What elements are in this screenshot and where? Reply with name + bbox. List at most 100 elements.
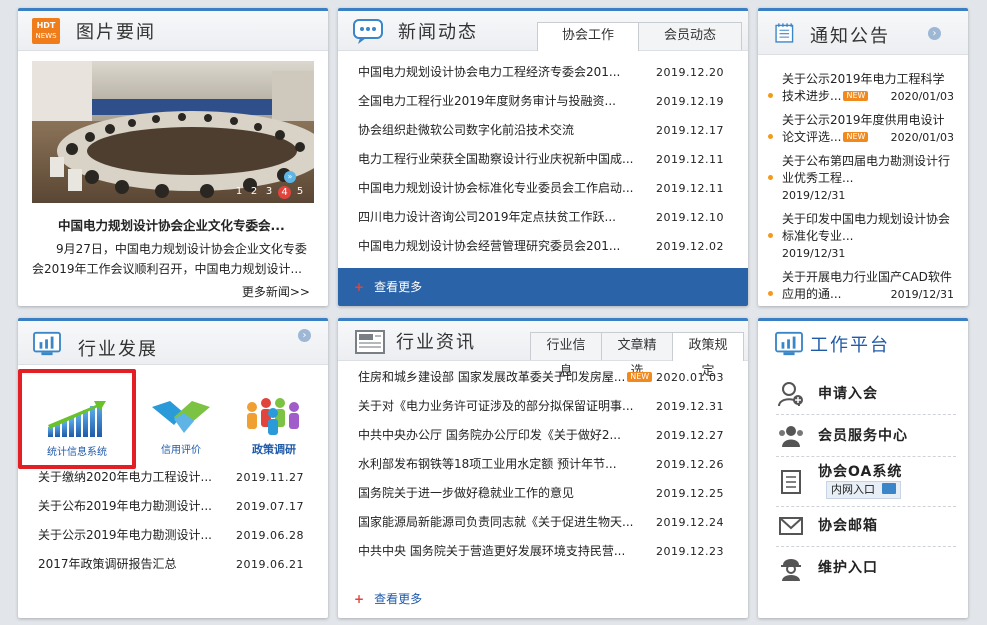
member-service-button[interactable]: 会员服务中心	[776, 417, 956, 457]
info-title: 行业资讯	[396, 332, 476, 353]
list-item[interactable]: 关于对《电力业务许可证涉及的部分拟保留证明事... 2019.12.31	[338, 392, 748, 421]
work-item-label: 会员服务中心	[818, 428, 908, 444]
list-item[interactable]: 关于公布2019年电力勘测设计... 2019.07.17	[18, 492, 328, 521]
intranet-entry-label: 内网入口	[831, 483, 875, 496]
notice-item-date: 2020/01/03	[890, 131, 954, 144]
info-more-link[interactable]: 查看更多	[374, 592, 422, 606]
tab-selected-articles[interactable]: 文章精选	[601, 332, 673, 379]
photo-news-header: HDT NEWS 图片要闻	[18, 11, 328, 51]
news-item-title[interactable]: 全国电力工程行业2019年度财务审计与投融资...	[358, 87, 616, 116]
news-item-title[interactable]: 中国电力规划设计协会电力工程经济专委会201...	[358, 58, 620, 87]
pager-dot[interactable]: 1	[233, 186, 245, 199]
info-item-title[interactable]: 住房和城乡建设部 国家发展改革委关于印发房屋... NEW	[358, 363, 653, 392]
industry-item-title[interactable]: 关于缴纳2020年电力工程设计...	[38, 463, 212, 492]
info-item-title[interactable]: 国家能源局新能源司负责同志就《关于促进生物天...	[358, 508, 633, 537]
notice-item-date: 2019/12/31	[890, 288, 954, 301]
new-badge: NEW	[843, 132, 869, 142]
list-item[interactable]: 关于公布第四届电力勘测设计行业优秀工程... 2019/12/31	[758, 153, 968, 204]
list-item[interactable]: 中共中央 国务院关于营造更好发展环境支持民营... 2019.12.23	[338, 537, 748, 566]
info-item-date: 2019.12.23	[656, 545, 724, 558]
list-item[interactable]: 关于印发中国电力规划设计协会标准化专业... 2019/12/31	[758, 211, 968, 262]
news-item-title[interactable]: 中国电力规划设计协会经营管理研究委员会201...	[358, 232, 620, 261]
app-credit-evaluation[interactable]: 信用评价	[136, 373, 226, 463]
newspaper-icon	[355, 330, 385, 354]
info-item-title[interactable]: 中共中央办公厅 国务院办公厅印发《关于做好2...	[358, 421, 621, 450]
list-item[interactable]: 关于缴纳2020年电力工程设计... 2019.11.27	[18, 463, 328, 492]
industry-item-title[interactable]: 关于公示2019年电力勘测设计...	[38, 521, 212, 550]
industry-item-title[interactable]: 2017年政策调研报告汇总	[38, 550, 177, 579]
info-item-title[interactable]: 水利部发布钢铁等18项工业用水定额 预计年节...	[358, 450, 617, 479]
list-item[interactable]: 中国电力规划设计协会电力工程经济专委会201... 2019.12.20	[338, 58, 748, 87]
list-item[interactable]: 关于公示2019年电力勘测设计... 2019.06.28	[18, 521, 328, 550]
info-panel: 行业资讯 行业信息 文章精选 政策规定 住房和城乡建设部 国家发展改革委关于印发…	[338, 318, 748, 618]
list-item[interactable]: 国家能源局新能源司负责同志就《关于促进生物天... 2019.12.24	[338, 508, 748, 537]
list-item[interactable]: 电力工程行业荣获全国勘察设计行业庆祝新中国成... 2019.12.11	[338, 145, 748, 174]
notice-header: 通知公告 ›	[758, 11, 968, 55]
industry-item-title[interactable]: 关于公布2019年电力勘测设计...	[38, 492, 212, 521]
list-item[interactable]: 中共中央办公厅 国务院办公厅印发《关于做好2... 2019.12.27	[338, 421, 748, 450]
worker-helmet-icon	[781, 559, 801, 581]
pager-dot[interactable]: 3	[263, 186, 275, 199]
association-mail-button[interactable]: 协会邮箱	[776, 507, 956, 547]
industry-more-icon[interactable]: ›	[298, 329, 311, 342]
pager-dot[interactable]: 5	[294, 186, 306, 199]
news-item-title[interactable]: 四川电力设计咨询公司2019年定点扶贫工作跃...	[358, 203, 616, 232]
app-label: 政策调研	[252, 443, 296, 456]
list-item[interactable]: 中国电力规划设计协会经营管理研究委员会201... 2019.12.02	[338, 232, 748, 261]
list-item[interactable]: 中国电力规划设计协会标准化专业委员会工作启动... 2019.12.11	[338, 174, 748, 203]
intranet-entry-link[interactable]: 内网入口	[826, 481, 901, 499]
info-item-text[interactable]: 住房和城乡建设部 国家发展改革委关于印发房屋...	[358, 370, 625, 384]
people-icon	[247, 398, 299, 435]
list-item[interactable]: 全国电力工程行业2019年度财务审计与投融资... 2019.12.19	[338, 87, 748, 116]
tab-policy-rules[interactable]: 政策规定	[672, 332, 744, 379]
info-item-title[interactable]: 中共中央 国务院关于营造更好发展环境支持民营...	[358, 537, 625, 566]
news-item-date: 2019.12.10	[656, 211, 724, 224]
tab-member-news[interactable]: 会员动态	[638, 22, 742, 50]
info-item-title[interactable]: 国务院关于进一步做好稳就业工作的意见	[358, 479, 574, 508]
tab-industry-info[interactable]: 行业信息	[530, 332, 602, 379]
app-stats-system[interactable]: 统计信息系统	[18, 369, 136, 469]
next-arrow-icon[interactable]: »	[284, 171, 296, 183]
list-item[interactable]: 2017年政策调研报告汇总 2019.06.21	[18, 550, 328, 579]
app-label: 信用评价	[161, 445, 201, 456]
info-item-title[interactable]: 关于对《电力业务许可证涉及的部分拟保留证明事...	[358, 392, 633, 421]
notice-item-title[interactable]: 关于印发中国电力规划设计协会标准化专业...	[782, 212, 950, 243]
apply-membership-button[interactable]: 申请入会	[776, 375, 956, 415]
news-more-link[interactable]: 查看更多	[374, 280, 422, 294]
info-item-date: 2020.01.03	[656, 371, 724, 384]
pager-dot[interactable]: 2	[248, 186, 260, 199]
oa-system-button[interactable]: 协会OA系统 内网入口	[776, 459, 956, 507]
notice-more-icon[interactable]: ›	[928, 27, 941, 40]
news-tabs: 协会工作 会员动态	[537, 22, 742, 51]
news-item-title[interactable]: 电力工程行业荣获全国勘察设计行业庆祝新中国成...	[358, 145, 633, 174]
list-item[interactable]: 关于开展电力行业国产CAD软件应用的通... 2019/12/31	[758, 269, 968, 303]
tab-association-work[interactable]: 协会工作	[537, 22, 639, 51]
info-tabs: 行业信息 文章精选 政策规定	[530, 332, 744, 379]
news-item-title[interactable]: 中国电力规划设计协会标准化专业委员会工作启动...	[358, 174, 633, 203]
list-item[interactable]: 四川电力设计咨询公司2019年定点扶贫工作跃... 2019.12.10	[338, 203, 748, 232]
list-item[interactable]: 水利部发布钢铁等18项工业用水定额 预计年节... 2019.12.26	[338, 450, 748, 479]
photo-caption[interactable]: 中国电力规划设计协会企业文化专委会...	[58, 215, 285, 234]
list-item[interactable]: 关于公示2019年电力工程科学技术进步... NEW 2020/01/03	[758, 71, 968, 105]
notice-item-title[interactable]: 关于公布第四届电力勘测设计行业优秀工程...	[782, 154, 950, 185]
notice-item-date: 2019/12/31	[782, 189, 846, 202]
news-item-date: 2019.12.11	[656, 182, 724, 195]
maintenance-entry-button[interactable]: 维护入口	[776, 549, 956, 589]
list-item[interactable]: 关于公示2019年度供用电设计论文评选... NEW 2020/01/03	[758, 112, 968, 146]
list-item[interactable]: 国务院关于进一步做好稳就业工作的意见 2019.12.25	[338, 479, 748, 508]
info-more-bar[interactable]: + 查看更多	[338, 580, 748, 618]
app-policy-research[interactable]: 政策调研	[226, 373, 322, 463]
news-more-bar[interactable]: + 查看更多	[338, 268, 748, 306]
list-item[interactable]: 住房和城乡建设部 国家发展改革委关于印发房屋... NEW 2020.01.03	[338, 363, 748, 392]
pager-dot-active[interactable]: 4	[278, 186, 291, 199]
industry-list: 关于缴纳2020年电力工程设计... 2019.11.27 关于公布2019年电力…	[18, 463, 328, 579]
info-item-date: 2019.12.27	[656, 429, 724, 442]
news-title: 新闻动态	[398, 22, 478, 43]
news-photo[interactable]: 1 2 3 4 5 »	[32, 61, 314, 203]
list-item[interactable]: 协会组织赴微软公司数字化前沿技术交流 2019.12.17	[338, 116, 748, 145]
info-item-date: 2019.12.26	[656, 458, 724, 471]
platform-header: 工作平台	[758, 321, 968, 365]
more-news-link[interactable]: 更多新闻>>	[242, 283, 310, 300]
news-item-title[interactable]: 协会组织赴微软公司数字化前沿技术交流	[358, 116, 574, 145]
info-item-date: 2019.12.24	[656, 516, 724, 529]
